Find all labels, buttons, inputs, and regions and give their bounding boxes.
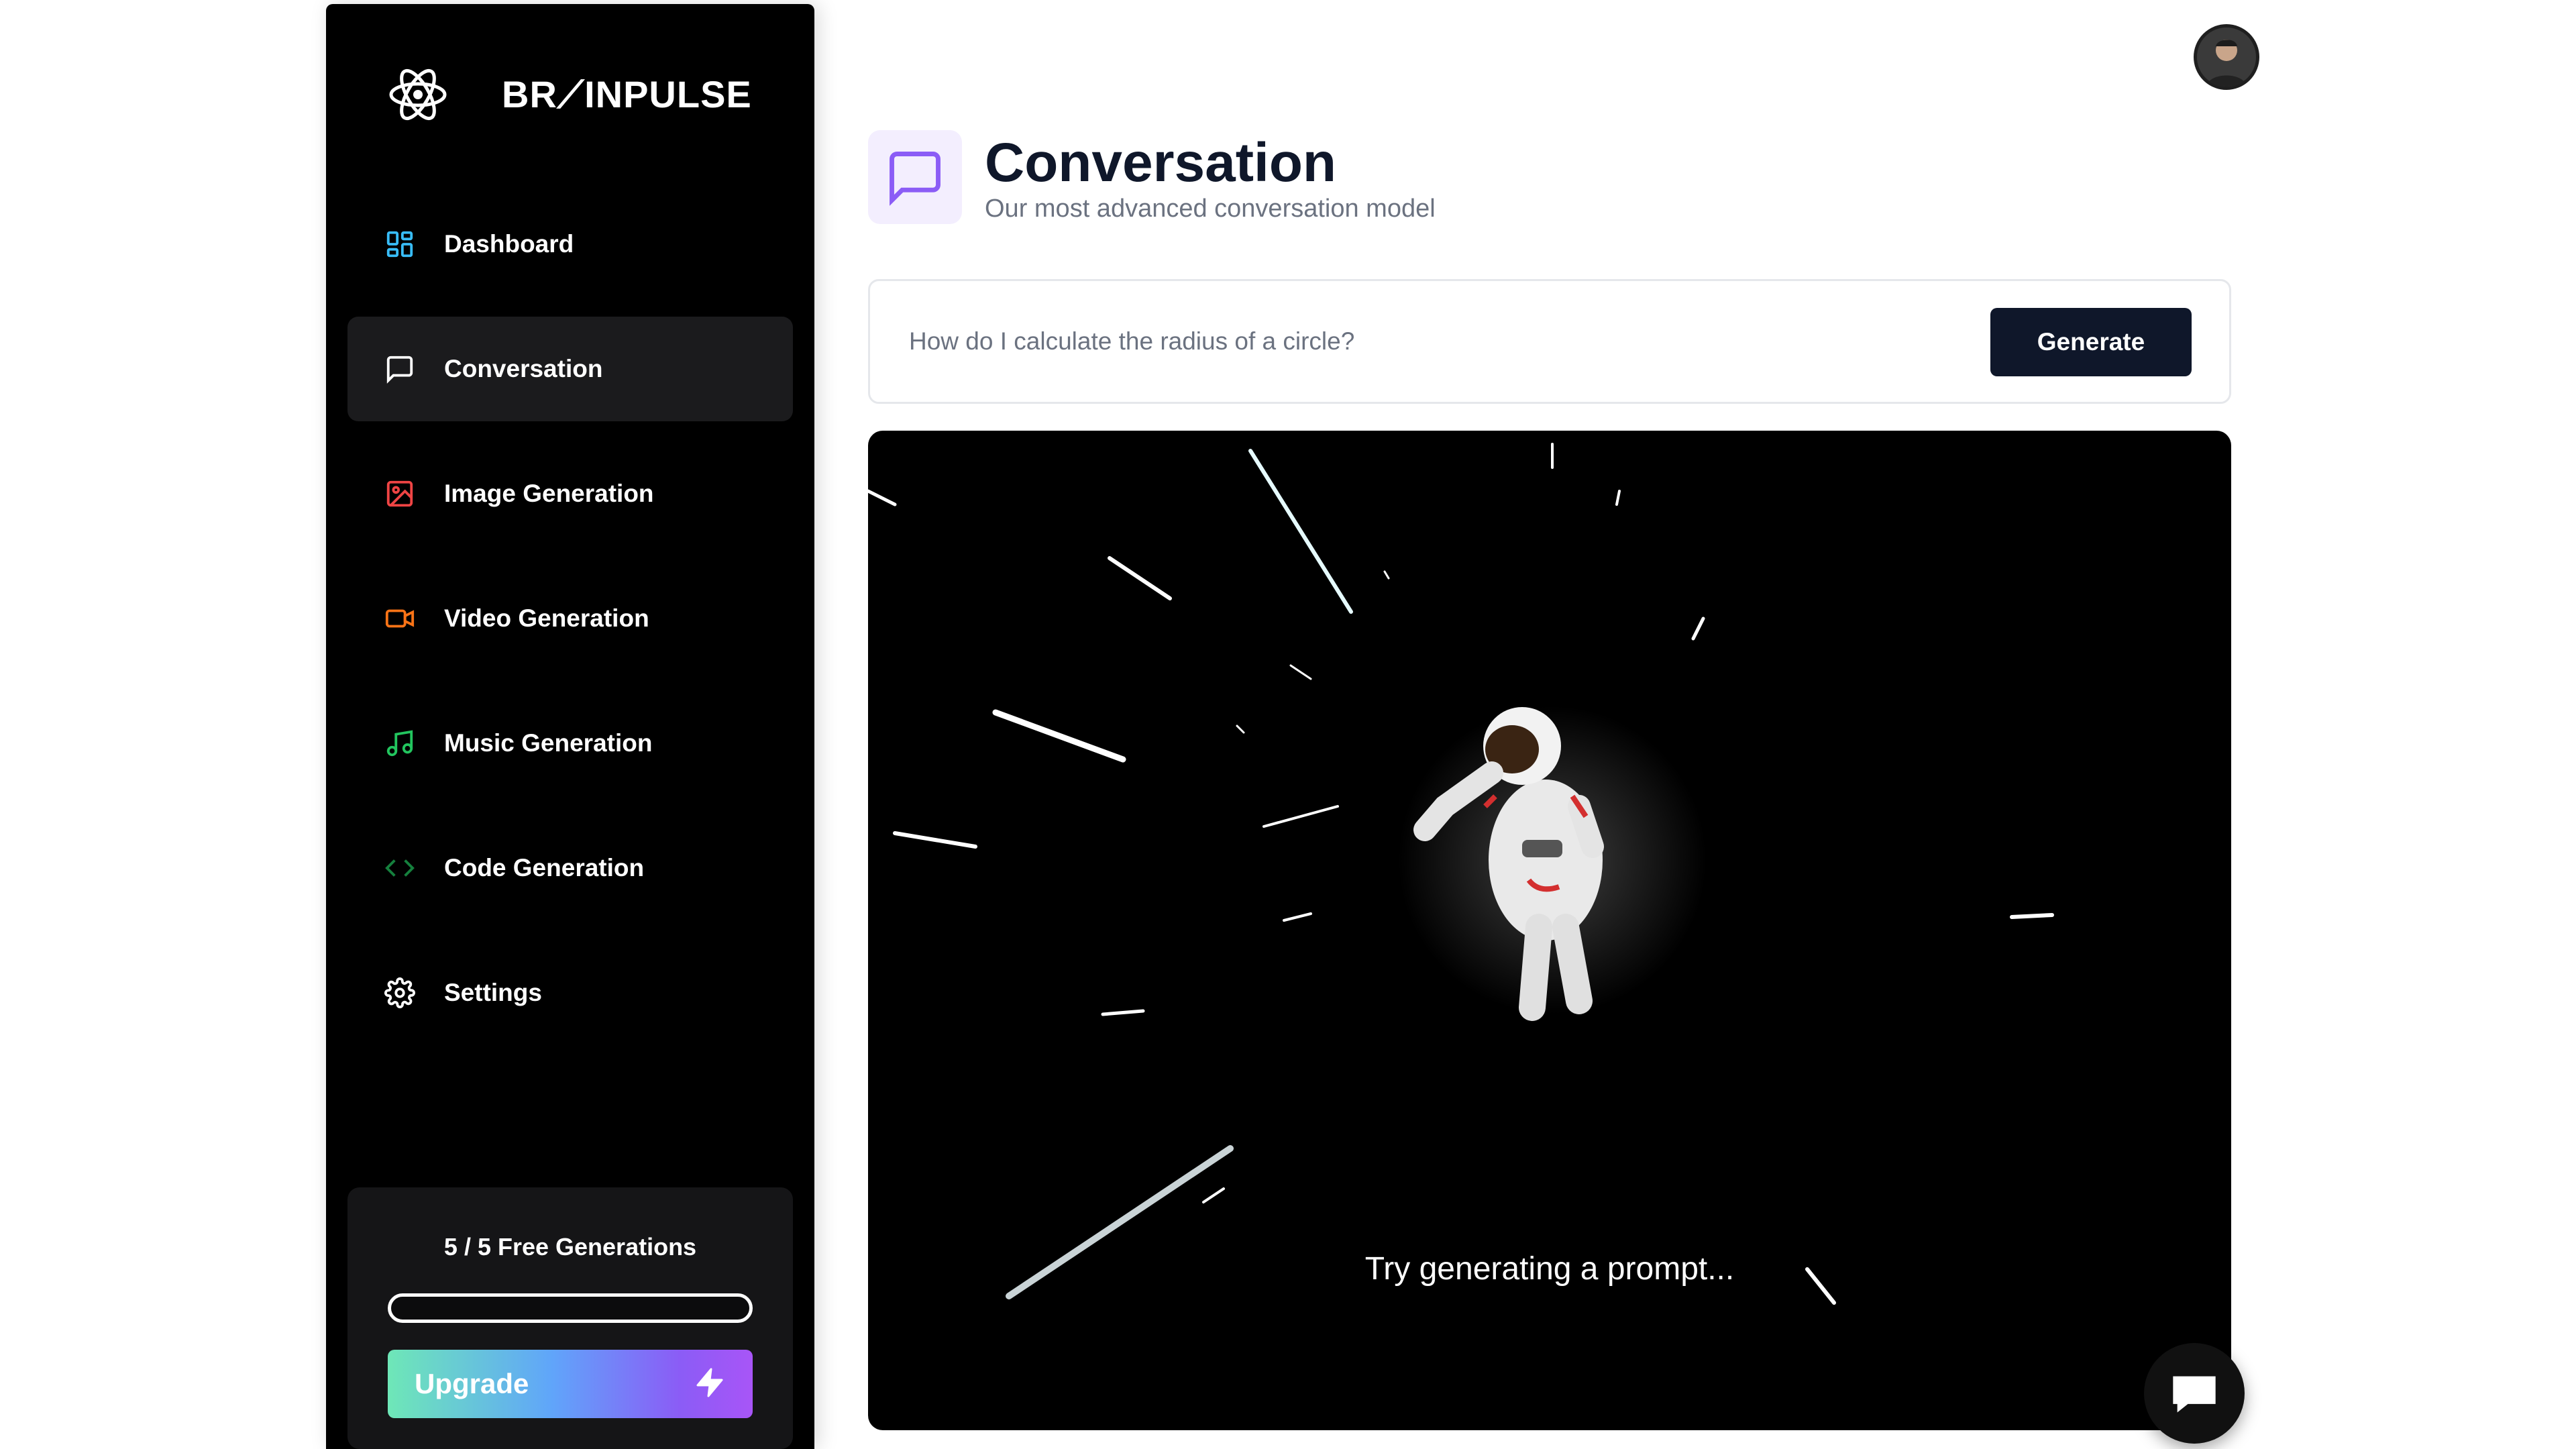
dashboard-icon — [384, 228, 416, 260]
music-icon — [384, 727, 416, 759]
brand[interactable]: BR⟋INPULSE — [388, 64, 752, 125]
chat-widget-button[interactable] — [2144, 1343, 2245, 1444]
upgrade-button[interactable]: Upgrade — [388, 1350, 753, 1418]
sidebar: BR⟋INPULSE Dashboard Conversation Image … — [326, 4, 814, 1449]
user-avatar[interactable] — [2194, 24, 2259, 90]
free-generations-card: 5 / 5 Free Generations Upgrade — [347, 1187, 793, 1449]
sidebar-item-music-generation[interactable]: Music Generation — [347, 691, 793, 796]
prompt-input[interactable] — [909, 315, 1915, 368]
sidebar-item-conversation[interactable]: Conversation — [347, 317, 793, 421]
code-icon — [384, 852, 416, 884]
prompt-form: Generate — [868, 279, 2231, 404]
page-subtitle: Our most advanced conversation model — [985, 195, 1436, 223]
empty-state-caption: Try generating a prompt... — [1364, 1251, 1735, 1287]
sidebar-item-label: Image Generation — [444, 480, 654, 507]
page-icon — [868, 130, 962, 224]
sidebar-item-video-generation[interactable]: Video Generation — [347, 566, 793, 671]
message-square-icon — [890, 152, 941, 206]
page-title: Conversation — [985, 132, 1336, 193]
upgrade-label: Upgrade — [415, 1368, 529, 1399]
free-generations-progress — [388, 1293, 753, 1323]
sidebar-item-settings[interactable]: Settings — [347, 941, 793, 1045]
empty-state-panel: Try generating a prompt... — [868, 431, 2231, 1430]
sidebar-item-label: Video Generation — [444, 604, 649, 632]
sidebar-item-label: Music Generation — [444, 729, 653, 757]
sidebar-item-label: Settings — [444, 979, 542, 1006]
generate-button[interactable]: Generate — [1990, 308, 2192, 376]
sidebar-item-label: Dashboard — [444, 230, 574, 258]
gear-icon — [384, 977, 416, 1009]
image-icon — [384, 478, 416, 510]
sidebar-item-label: Conversation — [444, 355, 603, 382]
brand-name: BR⟋INPULSE — [502, 72, 752, 115]
chat-bubble-icon — [2173, 1376, 2216, 1413]
sidebar-nav: Dashboard Conversation Image Generation — [347, 192, 793, 1065]
sidebar-item-code-generation[interactable]: Code Generation — [347, 816, 793, 920]
video-icon — [384, 602, 416, 635]
atom-icon — [389, 68, 447, 121]
zap-icon — [694, 1365, 726, 1403]
sidebar-item-image-generation[interactable]: Image Generation — [347, 441, 793, 546]
avatar-image — [2197, 28, 2256, 87]
free-generations-count: 5 / 5 Free Generations — [443, 1233, 697, 1260]
message-square-icon — [384, 353, 416, 385]
sidebar-item-label: Code Generation — [444, 854, 645, 881]
sidebar-item-dashboard[interactable]: Dashboard — [347, 192, 793, 297]
